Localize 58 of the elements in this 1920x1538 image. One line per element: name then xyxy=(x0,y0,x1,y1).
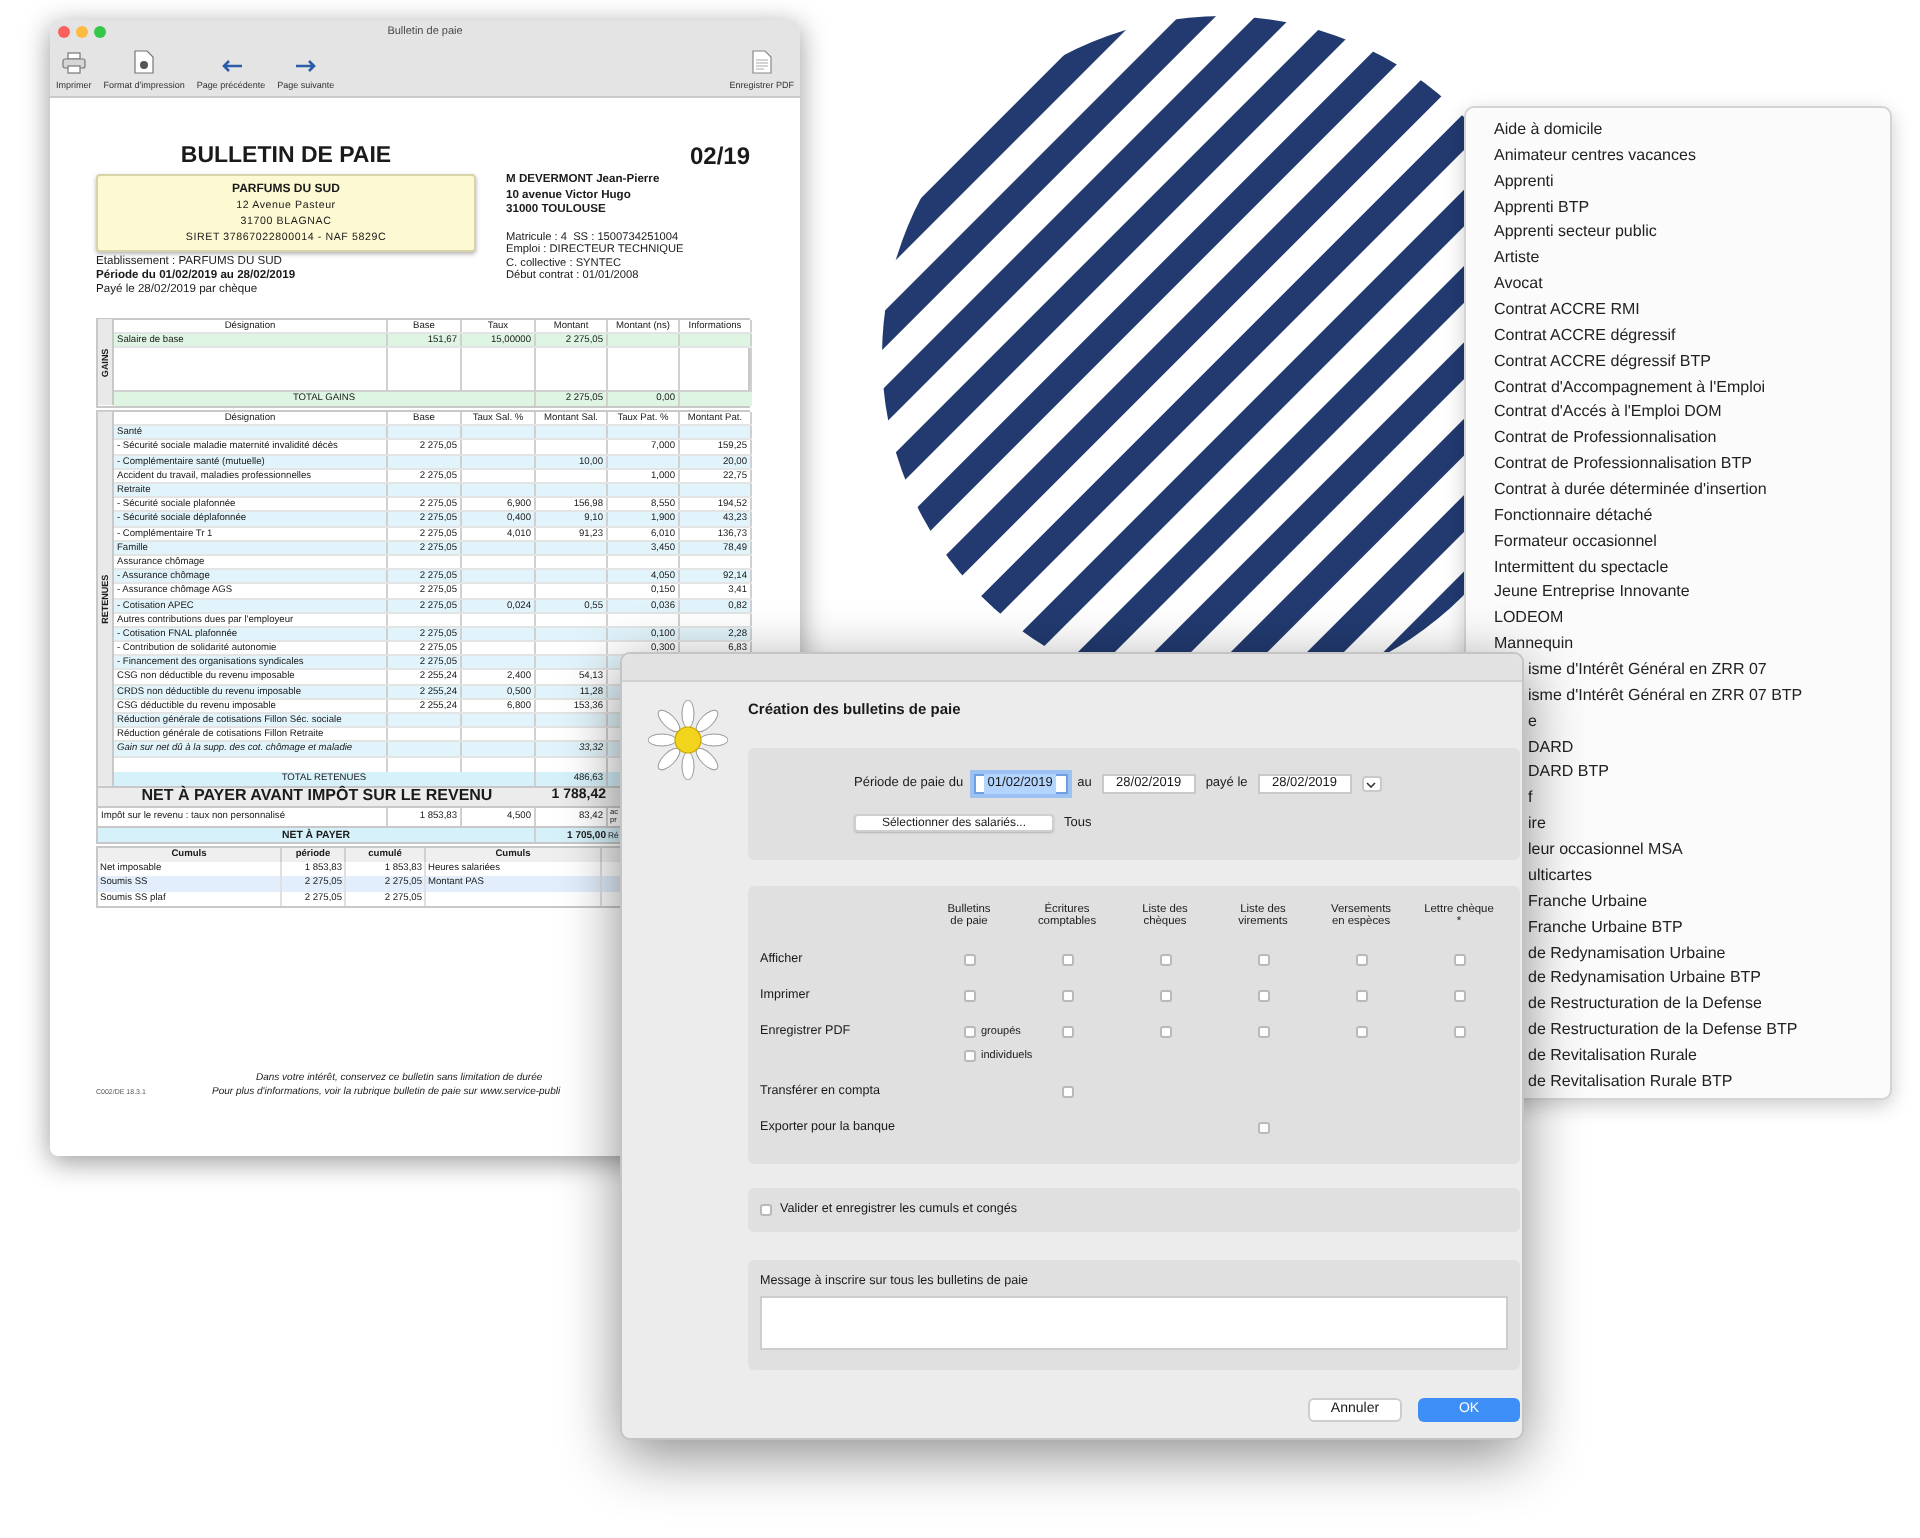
minimize-button[interactable] xyxy=(76,26,88,38)
zoom-button[interactable] xyxy=(94,26,106,38)
menu-item[interactable]: Artiste xyxy=(1466,246,1890,273)
menu-item[interactable]: Animateur centres vacances xyxy=(1466,143,1890,170)
checkbox[interactable] xyxy=(1061,954,1073,967)
message-field[interactable] xyxy=(760,1296,1508,1350)
arrow-left-icon xyxy=(219,58,244,74)
menu-item[interactable]: Apprenti xyxy=(1466,169,1890,196)
chevron-down-icon xyxy=(1366,781,1377,787)
checkbox[interactable] xyxy=(1257,1122,1269,1135)
document-title: BULLETIN DE PAIE xyxy=(178,142,394,172)
checkbox[interactable] xyxy=(760,1204,772,1216)
menu-item[interactable]: Formateur occasionnel xyxy=(1466,529,1890,556)
period-code: 02/19 xyxy=(687,142,750,174)
checkbox[interactable] xyxy=(1257,954,1269,967)
close-button[interactable] xyxy=(58,26,70,38)
menu-item[interactable]: Aide à domicile xyxy=(1466,118,1890,144)
checkbox[interactable] xyxy=(1061,1086,1073,1099)
checkbox[interactable] xyxy=(963,1050,975,1063)
menu-item[interactable]: Contrat de Professionnalisation xyxy=(1466,426,1890,453)
menu-item[interactable]: Contrat à durée déterminée d'insertion xyxy=(1466,478,1890,504)
checkbox[interactable] xyxy=(1453,1026,1465,1039)
checkbox[interactable] xyxy=(1061,1026,1073,1039)
menu-item[interactable]: Fonctionnaire détaché xyxy=(1466,503,1890,530)
daisy-icon xyxy=(648,700,728,780)
checkbox[interactable] xyxy=(963,1026,975,1039)
dropdown-button[interactable] xyxy=(1361,776,1382,792)
menu-item[interactable]: Jeune Entreprise Innovante xyxy=(1466,580,1890,607)
menu-item[interactable]: Mannequin xyxy=(1466,632,1890,659)
menu-item[interactable]: Contrat ACCRE dégressif xyxy=(1466,323,1890,350)
checkbox[interactable] xyxy=(963,954,975,967)
menu-item[interactable]: Contrat de Professionnalisation BTP xyxy=(1466,452,1890,479)
menu-item[interactable]: Contrat d'Accompagnement à l'Emploi xyxy=(1466,375,1890,401)
menu-item[interactable]: Contrat ACCRE dégressif BTP xyxy=(1466,349,1890,376)
checkbox[interactable] xyxy=(1159,990,1171,1003)
checkbox[interactable] xyxy=(1257,990,1269,1003)
menu-item[interactable]: Avocat xyxy=(1466,272,1890,299)
menu-item[interactable]: LODEOM xyxy=(1466,606,1890,633)
checkbox[interactable] xyxy=(1257,1026,1269,1039)
checkbox[interactable] xyxy=(963,990,975,1003)
checkbox[interactable] xyxy=(1159,954,1171,967)
menu-item[interactable]: Contrat ACCRE RMI xyxy=(1466,298,1890,324)
checkbox[interactable] xyxy=(1453,990,1465,1003)
menu-item[interactable]: Intermittent du spectacle xyxy=(1466,555,1890,581)
printer-icon xyxy=(61,52,86,74)
checkbox[interactable] xyxy=(1453,954,1465,967)
checkbox[interactable] xyxy=(1355,954,1367,967)
arrow-right-icon xyxy=(293,58,318,74)
document-icon xyxy=(751,50,772,74)
checkbox[interactable] xyxy=(1061,990,1073,1003)
menu-item[interactable]: Contrat d'Accés à l'Emploi DOM xyxy=(1466,400,1890,427)
checkbox[interactable] xyxy=(1355,1026,1367,1039)
checkbox[interactable] xyxy=(1355,990,1367,1003)
table-cell-text: NET À PAYER AVANT IMPÔT SUR LE REVENU xyxy=(139,786,495,807)
menu-item[interactable]: Apprenti secteur public xyxy=(1466,220,1890,247)
checkbox[interactable] xyxy=(1159,1026,1171,1039)
document-icon xyxy=(134,50,155,74)
menu-item[interactable]: Apprenti BTP xyxy=(1466,195,1890,221)
